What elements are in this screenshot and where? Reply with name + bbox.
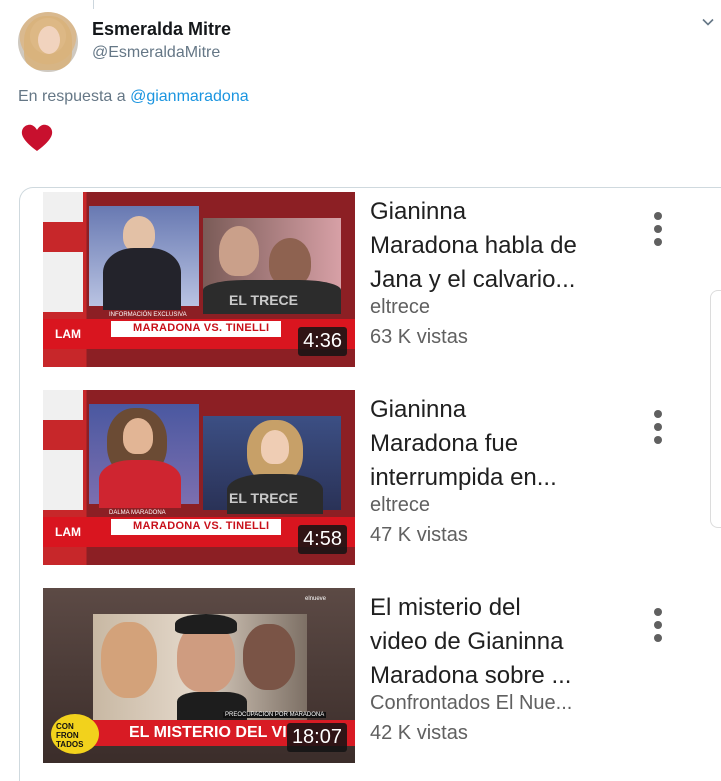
video-thumbnail[interactable]: EL TRECE INFORMACIÓN EXCLUSIVA LAM MARAD…	[43, 192, 355, 367]
person-head	[123, 418, 153, 454]
video-channel[interactable]: eltrece	[370, 296, 430, 319]
video-thumbnail[interactable]: elnueve PREOCUPACION POR MARADONA EL MIS…	[43, 588, 355, 763]
show-logo: CON FRON TADOS	[51, 714, 99, 754]
thumb-bar-text: EL MISTERIO DEL VI	[129, 724, 287, 741]
heart-icon	[21, 124, 53, 151]
reply-mention-link[interactable]: @gianmaradona	[130, 88, 249, 105]
video-title[interactable]: El misterio del video de Gianinna Marado…	[370, 591, 620, 693]
title-line: video de Gianinna	[370, 628, 564, 655]
person-head	[269, 238, 311, 286]
more-vertical-icon[interactable]	[650, 212, 666, 250]
logo-line: CON	[56, 722, 74, 731]
reply-prefix: En respuesta a	[18, 88, 126, 105]
thumb-band-text: MARADONA VS. TINELLI	[133, 322, 270, 334]
thread-line	[93, 0, 94, 9]
thumb-caption: DALMA MARADONA	[109, 510, 166, 516]
video-channel[interactable]: eltrece	[370, 494, 430, 517]
user-handle[interactable]: @EsmeraldaMitre	[92, 44, 220, 62]
video-channel[interactable]: Confrontados El Nue...	[370, 692, 572, 715]
thumb-band-text: MARADONA VS. TINELLI	[133, 520, 270, 532]
studio-tile	[43, 450, 83, 510]
title-line: Jana y el calvario...	[370, 266, 576, 293]
video-list-card: EL TRECE INFORMACIÓN EXCLUSIVA LAM MARAD…	[19, 187, 721, 781]
studio-tile	[43, 252, 83, 312]
tweet: Esmeralda Mitre @EsmeraldaMitre En respu…	[0, 0, 721, 781]
channel-badge: elnueve	[305, 596, 327, 602]
person-head	[123, 216, 155, 252]
title-line: Maradona habla de	[370, 232, 577, 259]
thumb-photo	[93, 614, 307, 724]
title-line: El misterio del	[370, 594, 521, 621]
video-views: 47 K vistas	[370, 524, 468, 546]
video-title[interactable]: Gianinna Maradona fue interrumpida en...	[370, 393, 620, 495]
show-logo-text: CON FRON TADOS	[56, 722, 83, 749]
user-name[interactable]: Esmeralda Mitre	[92, 19, 231, 40]
person-suit	[103, 248, 181, 310]
person-head	[243, 624, 295, 690]
video-thumbnail[interactable]: EL TRECE DALMA MARADONA LAM MARADONA VS.…	[43, 390, 355, 565]
title-line: Gianinna	[370, 198, 467, 225]
person-head	[219, 226, 259, 276]
title-line: Maradona fue	[370, 430, 519, 457]
logo-line: FRON	[56, 731, 79, 740]
video-duration: 4:58	[298, 525, 347, 554]
person-head	[261, 430, 289, 464]
logo-line: TADOS	[56, 740, 84, 749]
video-views: 42 K vistas	[370, 722, 468, 744]
thumb-caption: INFORMACIÓN EXCLUSIVA	[109, 312, 187, 318]
inset-frame	[89, 404, 199, 508]
reply-context: En respuesta a @gianmaradona	[18, 88, 249, 106]
thumb-strap: PREOCUPACION POR MARADONA	[223, 712, 327, 718]
person-hair	[175, 614, 237, 634]
title-line: interrumpida en...	[370, 464, 557, 491]
thumb-lam-label: LAM	[55, 525, 81, 539]
video-item[interactable]: EL TRECE DALMA MARADONA LAM MARADONA VS.…	[20, 386, 721, 565]
video-duration: 18:07	[286, 723, 347, 752]
video-title[interactable]: Gianinna Maradona habla de Jana y el cal…	[370, 195, 620, 297]
inset-frame	[89, 206, 199, 310]
person-head	[101, 622, 157, 698]
person-jacket	[99, 460, 181, 508]
title-line: Gianinna	[370, 396, 467, 423]
thumb-lam-label: LAM	[55, 327, 81, 341]
avatar-face	[38, 26, 60, 54]
video-item[interactable]: EL TRECE INFORMACIÓN EXCLUSIVA LAM MARAD…	[20, 188, 721, 367]
studio-tile	[43, 192, 83, 222]
scrollbar[interactable]	[710, 290, 721, 528]
more-vertical-icon[interactable]	[650, 608, 666, 646]
video-views: 63 K vistas	[370, 326, 468, 348]
studio-tile	[43, 390, 83, 420]
avatar[interactable]	[18, 12, 78, 72]
video-duration: 4:36	[298, 327, 347, 356]
chevron-down-icon[interactable]	[701, 15, 715, 29]
channel-watermark: EL TRECE	[229, 490, 298, 506]
channel-watermark: EL TRECE	[229, 292, 298, 308]
more-vertical-icon[interactable]	[650, 410, 666, 448]
video-item[interactable]: elnueve PREOCUPACION POR MARADONA EL MIS…	[20, 584, 721, 763]
title-line: Maradona sobre ...	[370, 662, 572, 689]
